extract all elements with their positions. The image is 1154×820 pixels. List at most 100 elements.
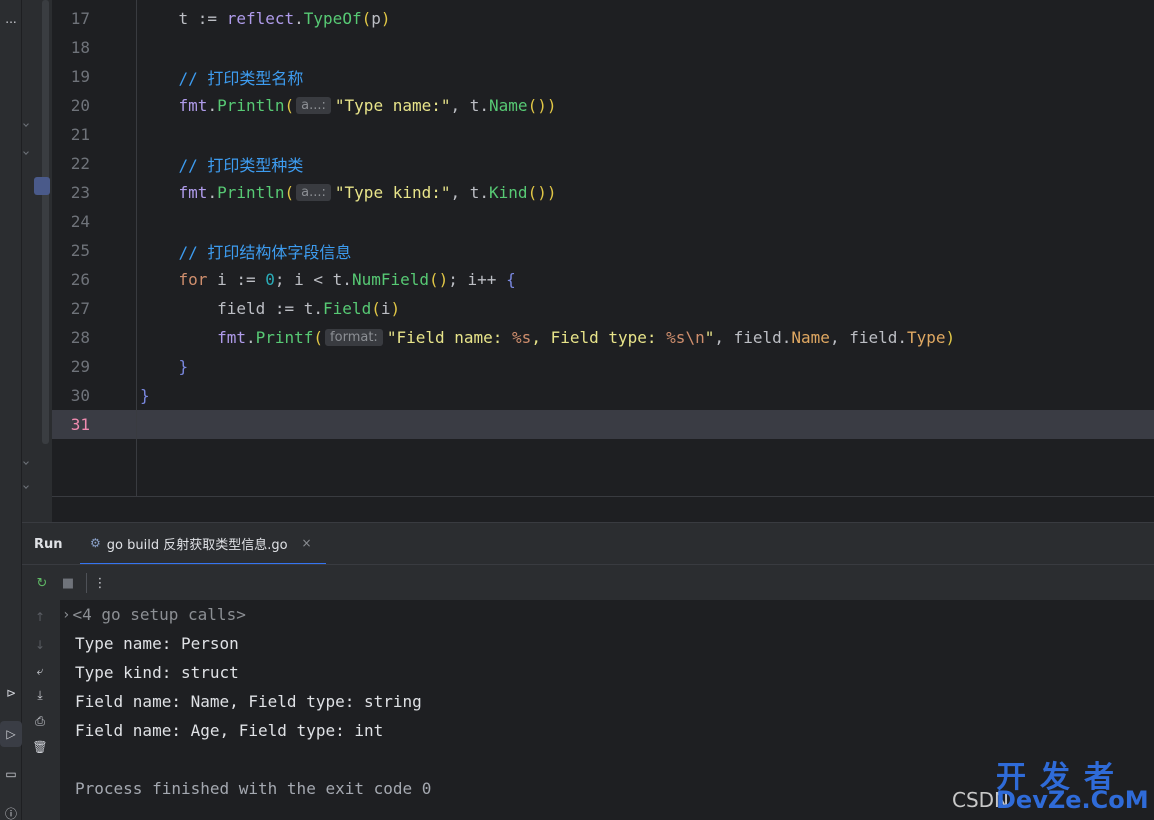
line-number: 28 — [70, 328, 90, 347]
soft-wrap-icon[interactable]: ⤶ — [28, 660, 52, 682]
code-token: { — [506, 270, 516, 289]
code-token: ) — [390, 299, 401, 318]
code-token: // 打印结构体字段信息 — [140, 242, 352, 262]
console-output-line: Process finished with the exit code 0 — [75, 779, 432, 798]
code-line[interactable]: 30} — [52, 381, 1152, 410]
problems-icon[interactable]: ⓘ — [0, 800, 22, 820]
code-token: p — [371, 9, 381, 28]
parameter-hint: format: — [325, 329, 383, 346]
code-text: } — [140, 352, 189, 381]
code-token: Name — [791, 328, 830, 347]
line-number: 31 — [70, 415, 90, 434]
code-token: fmt — [140, 96, 208, 115]
code-token: . — [207, 96, 218, 115]
code-token: Name — [489, 96, 528, 115]
code-line[interactable]: 21 — [52, 120, 1152, 149]
line-number: 18 — [70, 38, 90, 57]
code-token: // 打印类型种类 — [140, 155, 304, 175]
code-token: ( — [371, 299, 381, 318]
run-panel-header: Run ⚙ go build 反射获取类型信息.go × — [22, 522, 1154, 565]
code-line[interactable]: 24 — [52, 207, 1152, 236]
code-token: ) — [945, 328, 956, 347]
code-line[interactable]: 17 t := reflect. TypeOf(p) — [52, 4, 1152, 33]
code-token: . — [294, 9, 304, 28]
terminal-icon[interactable]: ▭ — [0, 761, 22, 787]
line-number: 26 — [70, 270, 90, 289]
code-token: %s — [512, 328, 532, 347]
code-line[interactable]: 22 // 打印类型种类 — [52, 149, 1152, 178]
code-token: TypeOf — [303, 9, 362, 28]
code-token: Println — [217, 183, 285, 202]
chevron-right-icon[interactable]: › — [62, 607, 70, 623]
code-token: , field. — [829, 328, 907, 347]
print-icon[interactable]: ⎙ — [28, 710, 52, 732]
parameter-hint: a...: — [296, 184, 331, 201]
console-output-line: Type kind: struct — [75, 663, 239, 682]
toolbar-separator — [86, 573, 87, 593]
console-output-line: Type name: Person — [75, 634, 239, 653]
services-icon[interactable]: ⊳ — [0, 680, 22, 706]
run-panel-title: Run — [34, 536, 63, 552]
code-token: 0 — [265, 270, 275, 289]
code-token: ( — [361, 9, 372, 28]
code-text: fmt. Println(a...: "Type kind:", t. Kind()) — [140, 178, 557, 207]
close-icon[interactable]: × — [302, 536, 312, 550]
run-tool-icon[interactable]: ▷ — [0, 721, 22, 747]
code-token: () — [429, 270, 449, 289]
code-token: Println — [217, 96, 285, 115]
code-token: ()) — [527, 96, 557, 115]
scroll-to-end-icon[interactable]: ⤓ — [28, 684, 52, 706]
code-line[interactable]: 31 — [52, 410, 1152, 439]
code-text: } — [140, 381, 150, 410]
line-number: 20 — [70, 96, 90, 115]
code-token: " — [704, 328, 715, 347]
code-line[interactable]: 29 } — [52, 352, 1152, 381]
code-token: "Field name: — [386, 328, 513, 347]
code-token: ( — [284, 96, 295, 115]
code-token: . — [207, 183, 218, 202]
line-number: 25 — [70, 241, 90, 260]
code-line[interactable]: 18 — [52, 33, 1152, 62]
collapsed-setup-calls[interactable]: › <4 go setup calls> — [62, 600, 246, 629]
code-text: // 打印结构体字段信息 — [140, 236, 352, 265]
editor-bottom-divider — [52, 496, 1154, 497]
code-line[interactable]: 20 fmt. Println(a...: "Type name:", t. Name… — [52, 91, 1152, 120]
more-icon[interactable]: ... — [0, 6, 22, 32]
editor-scrollbar[interactable] — [42, 0, 49, 444]
code-token: fmt — [140, 183, 208, 202]
trash-icon[interactable]: 🗑 — [28, 736, 52, 758]
up-arrow-icon[interactable]: ↑ — [28, 606, 52, 628]
console-side-toolbar: ↑ ↓ ⤶ ⤓ ⎙ 🗑 — [22, 600, 60, 820]
down-arrow-icon[interactable]: ↓ — [28, 634, 52, 656]
code-token: // 打印类型名称 — [140, 68, 304, 88]
code-token: , t. — [450, 96, 490, 115]
code-text: // 打印类型种类 — [140, 149, 304, 178]
bookmark-marker — [34, 177, 50, 195]
run-config-tab-label: go build 反射获取类型信息.go — [106, 537, 288, 553]
code-line[interactable]: 19 // 打印类型名称 — [52, 62, 1152, 91]
code-token: ; i++ — [448, 270, 507, 289]
code-token: i := — [207, 270, 266, 289]
code-token: } — [140, 357, 189, 376]
code-token: NumField — [351, 270, 429, 289]
stop-icon[interactable]: ■ — [58, 573, 78, 593]
line-number: 19 — [70, 67, 90, 86]
code-text: fmt. Printf(format: "Field name: %s, Field… — [140, 323, 955, 352]
code-token: ( — [313, 328, 324, 347]
line-number: 21 — [70, 125, 90, 144]
code-line[interactable]: 28 fmt. Printf(format: "Field name: %s, Fi… — [52, 323, 1152, 352]
code-token: ; i < t. — [274, 270, 352, 289]
code-line[interactable]: 25 // 打印结构体字段信息 — [52, 236, 1152, 265]
line-number: 22 — [70, 154, 90, 173]
code-line[interactable]: 23 fmt. Println(a...: "Type kind:", t. Kind… — [52, 178, 1152, 207]
more-options-icon[interactable]: ⋮ — [90, 573, 110, 593]
code-line[interactable]: 27 field := t. Field(i) — [52, 294, 1152, 323]
code-line[interactable]: 26 for i := 0; i < t. NumField(); i++ { — [52, 265, 1152, 294]
code-token: Printf — [255, 328, 314, 347]
code-token: Kind — [489, 183, 528, 202]
code-token: ()) — [527, 183, 557, 202]
code-token: , field. — [714, 328, 792, 347]
code-text: t := reflect. TypeOf(p) — [140, 4, 391, 33]
rerun-icon[interactable]: ↻ — [32, 573, 52, 593]
run-config-tab[interactable]: ⚙ go build 反射获取类型信息.go × — [80, 523, 326, 565]
